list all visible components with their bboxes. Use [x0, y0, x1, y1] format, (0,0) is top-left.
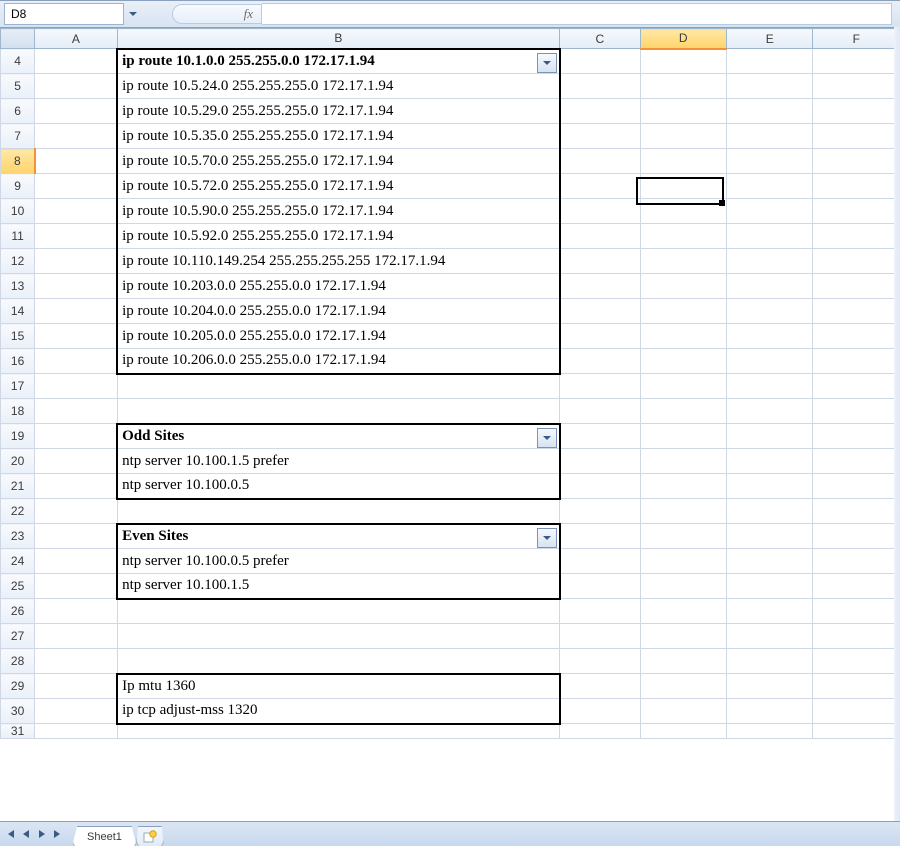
insert-sheet-button[interactable]: [136, 826, 164, 846]
row-header[interactable]: 23: [1, 524, 35, 549]
name-box-dropdown[interactable]: [124, 3, 142, 25]
cell-B24[interactable]: ntp server 10.100.0.5 prefer: [117, 549, 559, 574]
row-header[interactable]: 26: [1, 599, 35, 624]
cell-A4[interactable]: [35, 49, 117, 74]
worksheet-grid[interactable]: A B C D E F 4 ip route 10.1.0.0 255.255.…: [0, 28, 900, 823]
select-all-corner[interactable]: [1, 29, 35, 49]
col-header-F[interactable]: F: [813, 29, 900, 49]
cell-B7[interactable]: ip route 10.5.35.0 255.255.255.0 172.17.…: [117, 124, 559, 149]
filter-dropdown[interactable]: [537, 528, 557, 548]
cell-B19[interactable]: Odd Sites: [117, 424, 559, 449]
row-header[interactable]: 16: [1, 349, 35, 374]
name-box-group: D8: [4, 3, 142, 25]
filter-dropdown[interactable]: [537, 428, 557, 448]
name-box[interactable]: D8: [4, 3, 124, 25]
row-header[interactable]: 22: [1, 499, 35, 524]
fx-icon: fx: [244, 6, 253, 22]
sheet-tab-sheet1[interactable]: Sheet1: [72, 826, 137, 846]
cell-B15[interactable]: ip route 10.205.0.0 255.255.0.0 172.17.1…: [117, 324, 559, 349]
cell-B20[interactable]: ntp server 10.100.1.5 prefer: [117, 449, 559, 474]
cell-E4[interactable]: [727, 49, 813, 74]
row-header[interactable]: 18: [1, 399, 35, 424]
cell-B10[interactable]: ip route 10.5.90.0 255.255.255.0 172.17.…: [117, 199, 559, 224]
col-header-E[interactable]: E: [727, 29, 813, 49]
insert-function-button[interactable]: fx: [172, 4, 262, 24]
row-header[interactable]: 10: [1, 199, 35, 224]
tab-nav-next[interactable]: [34, 825, 50, 843]
row-header[interactable]: 30: [1, 699, 35, 724]
cell-B11[interactable]: ip route 10.5.92.0 255.255.255.0 172.17.…: [117, 224, 559, 249]
row-header[interactable]: 19: [1, 424, 35, 449]
row-header[interactable]: 6: [1, 99, 35, 124]
row-header[interactable]: 15: [1, 324, 35, 349]
row-header-active[interactable]: 8: [1, 149, 35, 174]
row-header[interactable]: 27: [1, 624, 35, 649]
cell-B30[interactable]: ip tcp adjust-mss 1320: [117, 699, 559, 724]
cell-B5[interactable]: ip route 10.5.24.0 255.255.255.0 172.17.…: [117, 74, 559, 99]
vertical-scrollbar-hint[interactable]: [894, 27, 900, 822]
excel-window: D8 fx A B C D E F: [0, 0, 900, 846]
col-header-A[interactable]: A: [35, 29, 117, 49]
sheet-tab-bar: Sheet1: [0, 821, 900, 846]
column-header-row: A B C D E F: [1, 29, 900, 49]
tab-nav-prev[interactable]: [18, 825, 34, 843]
cell-D4[interactable]: [640, 49, 726, 74]
cell-C4[interactable]: [560, 49, 640, 74]
col-header-B[interactable]: B: [117, 29, 559, 49]
tab-nav-last[interactable]: [50, 825, 66, 843]
row-header[interactable]: 7: [1, 124, 35, 149]
filter-dropdown[interactable]: [537, 53, 557, 73]
cell-B12[interactable]: ip route 10.110.149.254 255.255.255.255 …: [117, 249, 559, 274]
cell-D8[interactable]: [640, 149, 726, 174]
cell-B13[interactable]: ip route 10.203.0.0 255.255.0.0 172.17.1…: [117, 274, 559, 299]
cell-B25[interactable]: ntp server 10.100.1.5: [117, 574, 559, 599]
sheet-tab-label: Sheet1: [87, 831, 122, 843]
cell-B29[interactable]: Ip mtu 1360: [117, 674, 559, 699]
grid-table: A B C D E F 4 ip route 10.1.0.0 255.255.…: [0, 28, 900, 739]
cell-B8[interactable]: ip route 10.5.70.0 255.255.255.0 172.17.…: [117, 149, 559, 174]
tab-nav-buttons: [0, 825, 68, 843]
cell-text: Odd Sites: [122, 428, 184, 444]
row-header[interactable]: 13: [1, 274, 35, 299]
formula-bar: D8 fx: [0, 1, 900, 28]
tab-nav-first[interactable]: [2, 825, 18, 843]
cell-B6[interactable]: ip route 10.5.29.0 255.255.255.0 172.17.…: [117, 99, 559, 124]
row-header[interactable]: 14: [1, 299, 35, 324]
cell-B16[interactable]: ip route 10.206.0.0 255.255.0.0 172.17.1…: [117, 349, 559, 374]
row-header[interactable]: 29: [1, 674, 35, 699]
cell-B4[interactable]: ip route 10.1.0.0 255.255.0.0 172.17.1.9…: [117, 49, 559, 74]
cell-B9[interactable]: ip route 10.5.72.0 255.255.255.0 172.17.…: [117, 174, 559, 199]
fx-area: fx: [172, 4, 262, 24]
row-header[interactable]: 25: [1, 574, 35, 599]
formula-input[interactable]: [262, 3, 892, 25]
cell-B14[interactable]: ip route 10.204.0.0 255.255.0.0 172.17.1…: [117, 299, 559, 324]
row-header[interactable]: 28: [1, 649, 35, 674]
row-header[interactable]: 9: [1, 174, 35, 199]
row-header[interactable]: 4: [1, 49, 35, 74]
cell-text: Even Sites: [122, 528, 188, 544]
col-header-D[interactable]: D: [640, 29, 726, 49]
sheet-tabs: Sheet1: [72, 822, 163, 846]
name-box-text: D8: [11, 7, 26, 21]
row-header[interactable]: 12: [1, 249, 35, 274]
row-header[interactable]: 21: [1, 474, 35, 499]
cell-B23[interactable]: Even Sites: [117, 524, 559, 549]
col-header-C[interactable]: C: [560, 29, 640, 49]
row-header[interactable]: 20: [1, 449, 35, 474]
cell-text: ip route 10.1.0.0 255.255.0.0 172.17.1.9…: [122, 53, 375, 69]
cell-F4[interactable]: [813, 49, 900, 74]
row-header[interactable]: 24: [1, 549, 35, 574]
row-header[interactable]: 11: [1, 224, 35, 249]
row-header[interactable]: 5: [1, 74, 35, 99]
row-header[interactable]: 17: [1, 374, 35, 399]
cell-B21[interactable]: ntp server 10.100.0.5: [117, 474, 559, 499]
row-header[interactable]: 31: [1, 724, 35, 739]
